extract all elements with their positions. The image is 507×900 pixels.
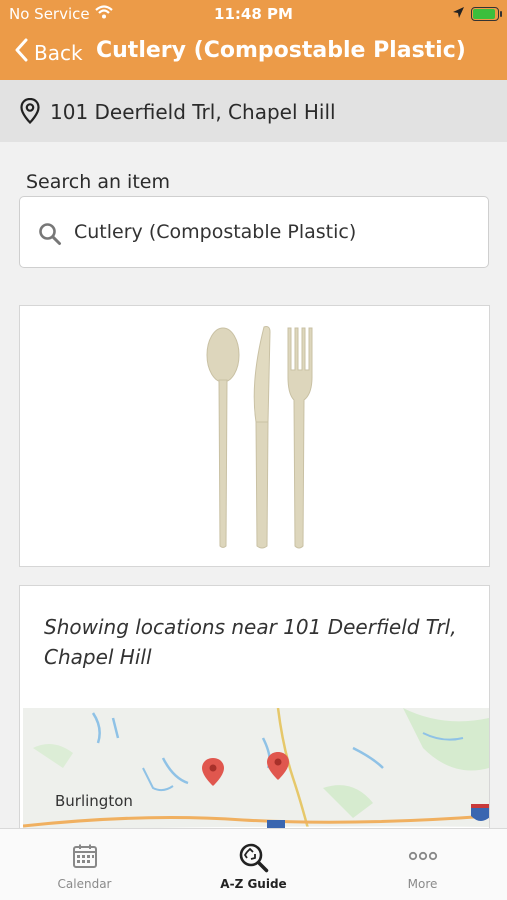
status-time: 11:48 PM — [214, 5, 293, 23]
chevron-left-icon — [14, 38, 28, 67]
locations-text: Showing locations near 101 Deerfield Trl… — [44, 615, 457, 669]
map-town-label: Burlington — [55, 792, 133, 810]
search-icon — [38, 222, 62, 250]
location-arrow-icon — [452, 5, 465, 23]
search-label: Search an item — [26, 171, 170, 193]
back-button[interactable]: Back — [14, 38, 83, 67]
tab-az-guide-label: A-Z Guide — [220, 877, 287, 891]
search-input[interactable]: Cutlery (Compostable Plastic) — [19, 196, 489, 268]
address-text: 101 Deerfield Trl, Chapel Hill — [50, 100, 336, 124]
map-pin-icon — [20, 97, 40, 128]
page-title: Cutlery (Compostable Plastic) — [96, 38, 466, 63]
item-image-card — [19, 305, 490, 567]
recycle-search-icon — [169, 843, 338, 873]
locations-map[interactable]: Burlington — [23, 708, 489, 844]
battery-icon — [471, 7, 502, 21]
more-icon — [338, 843, 507, 869]
nav-bar: Back Cutlery (Compostable Plastic) — [0, 30, 507, 76]
address-bar[interactable]: 101 Deerfield Trl, Chapel Hill — [0, 80, 507, 142]
locations-card: Showing locations near 101 Deerfield Trl… — [19, 585, 490, 845]
app-header: No Service 11:48 PM Back Cutlery (Compos… — [0, 0, 507, 80]
search-value: Cutlery (Compostable Plastic) — [74, 221, 357, 243]
status-right — [452, 5, 502, 23]
status-bar: No Service 11:48 PM — [0, 0, 507, 28]
tab-az-guide[interactable]: A-Z Guide — [169, 829, 338, 900]
tab-calendar[interactable]: Calendar — [0, 829, 169, 900]
tab-more-label: More — [407, 877, 438, 891]
cutlery-image — [206, 326, 313, 549]
calendar-icon — [0, 843, 169, 869]
tab-calendar-label: Calendar — [57, 877, 112, 891]
back-label: Back — [34, 40, 83, 65]
tab-more[interactable]: More — [338, 829, 507, 900]
tab-bar: Calendar A-Z Guide More — [0, 828, 507, 900]
